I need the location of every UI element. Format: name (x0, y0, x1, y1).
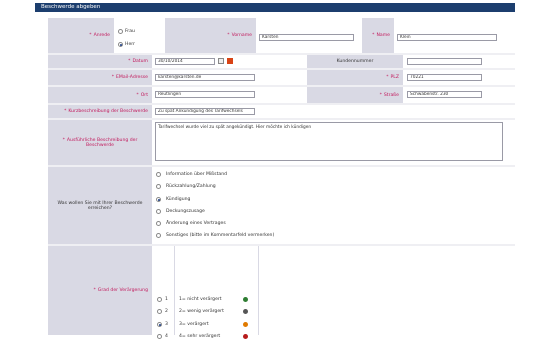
strasse-cell: Schwabenstr. 230 (403, 87, 515, 103)
plz-label: * PLZ (307, 70, 403, 85)
grad-level-radio[interactable] (157, 309, 162, 314)
strasse-input[interactable]: Schwabenstr. 230 (407, 91, 482, 98)
ziel-option-label: Information über Mißstand (166, 172, 228, 177)
vorname-input[interactable]: Karsten (259, 34, 354, 41)
email-cell: karsten@karsten.de (152, 70, 307, 85)
ausf-textarea[interactable]: Tarifwechsel wurde viel zu spät angekünd… (155, 122, 503, 161)
grad-level-radio[interactable] (157, 322, 162, 327)
kundennummer-input[interactable] (407, 58, 482, 65)
anrede-label: * Anrede (48, 18, 114, 53)
calendar-icon[interactable] (218, 58, 224, 64)
grad-divider (174, 246, 175, 335)
name-label: * Name (362, 18, 394, 53)
vorname-label: * Vorname (165, 18, 256, 53)
ziel-option-label: Sonstiges (bitte im Kommentarfeld vermer… (166, 233, 275, 238)
anrede-herr-radio[interactable] (118, 42, 123, 47)
anrede-herr-label: Herr (125, 42, 135, 47)
anrede-options: Frau Herr (114, 18, 165, 53)
kundennummer-cell (403, 55, 515, 68)
email-input[interactable]: karsten@karsten.de (155, 74, 255, 81)
grad-level-text: 1= nicht verärgert (179, 297, 222, 302)
grad-level-text: 3= verärgert (179, 322, 209, 327)
grad-level-text: 2= wenig verärgert (179, 309, 224, 314)
complaint-form: * Anrede Frau Herr * Vorname Karsten * Name… (48, 18, 515, 339)
datum-cell: 30/10/2014 (152, 55, 307, 68)
grad-level-radio[interactable] (157, 297, 162, 302)
ziel-option-label: Änderung eines Vertrages (166, 221, 226, 226)
grad-label: * Grad der Verärgerung (48, 246, 152, 335)
strasse-label: * Straße (307, 87, 403, 103)
datum-input[interactable]: 30/10/2014 (155, 58, 215, 65)
datum-label: * Datum (48, 55, 152, 68)
ort-input[interactable]: Reutlingen (155, 91, 255, 98)
ziel-option-radio[interactable] (156, 197, 161, 202)
email-label: * EMail-Adresse (48, 70, 152, 85)
form-header: Beschwerde abgeben (35, 3, 515, 12)
ziel-option-radio[interactable] (156, 221, 161, 226)
kurz-input[interactable]: Zu spät Ankündigung des Tarifwechsels (155, 108, 255, 115)
ausf-label: * Ausführliche Beschreibung der Beschwerd… (48, 120, 152, 165)
green-dot-icon (243, 297, 248, 302)
grad-level-num: 1 (165, 297, 168, 302)
anrede-frau-label: Frau (125, 29, 135, 34)
kundennummer-label: Kundennummer (307, 55, 403, 68)
ziel-option-label: Kündigung (166, 197, 191, 202)
ziel-cell: Information über Mißstand Rückzahlung/Za… (152, 167, 515, 244)
anrede-frau-radio[interactable] (118, 29, 123, 34)
ort-cell: Reutlingen (152, 87, 307, 103)
ziel-label: Was wollen Sie mit Ihrer Beschwerde erre… (48, 167, 152, 244)
ausf-cell: Tarifwechsel wurde viel zu spät angekünd… (152, 120, 515, 165)
plz-cell: 70221 (403, 70, 515, 85)
gray-dot-icon (243, 309, 248, 314)
grad-divider (258, 246, 259, 335)
ziel-option-label: Rückzahlung/Zahlung (166, 184, 216, 189)
name-cell: Klein (394, 18, 515, 53)
vorname-cell: Karsten (256, 18, 362, 53)
ziel-option-radio[interactable] (156, 209, 161, 214)
ort-label: * Ort (48, 87, 152, 103)
ziel-option-radio[interactable] (156, 184, 161, 189)
orange-dot-icon (243, 322, 248, 327)
clear-date-icon[interactable] (227, 58, 233, 64)
ziel-option-radio[interactable] (156, 233, 161, 238)
ziel-option-radio[interactable] (156, 172, 161, 177)
grad-level-num: 3 (165, 322, 168, 327)
kurz-label: * Kurzbeschreibung der Beschwerde (48, 105, 152, 118)
grad-cell: 1 1= nicht verärgert 2 2= wenig verärger… (152, 246, 515, 339)
grad-level-num: 2 (165, 309, 168, 314)
ziel-option-label: Deckungszusage (166, 209, 205, 214)
kurz-cell: Zu spät Ankündigung des Tarifwechsels (152, 105, 515, 118)
name-input[interactable]: Klein (397, 34, 497, 41)
plz-input[interactable]: 70221 (407, 74, 482, 81)
